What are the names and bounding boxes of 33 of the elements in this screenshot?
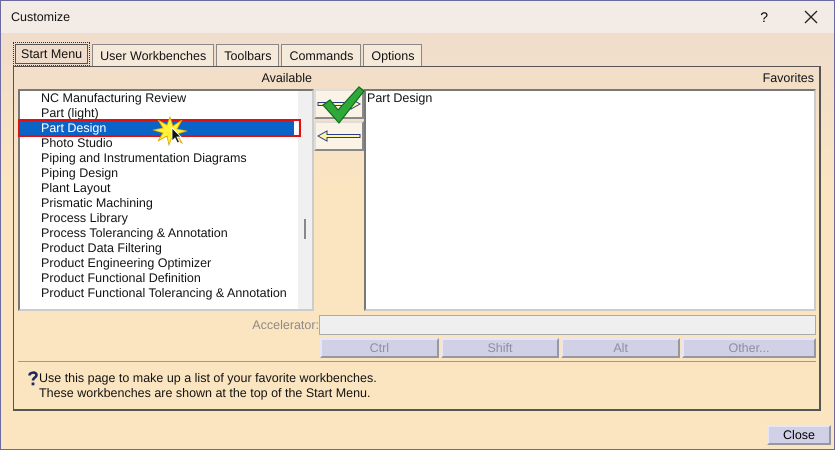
- list-item[interactable]: NC Manufacturing Review: [20, 91, 298, 106]
- list-item[interactable]: Product Data Filtering: [20, 241, 298, 256]
- list-item[interactable]: Product Functional Definition: [20, 271, 298, 286]
- favorites-heading: Favorites: [762, 70, 815, 87]
- help-text: Use this page to make up a list of your favorite workbenches. These workbenches are shown at the top of the Start Menu.: [39, 371, 377, 401]
- close-icon[interactable]: [804, 10, 818, 24]
- tab[interactable]: Options: [363, 44, 422, 66]
- tab[interactable]: Commands: [281, 44, 362, 66]
- accelerator-label: Accelerator:: [251, 318, 319, 332]
- list-item[interactable]: Product Engineering Optimizer: [20, 256, 298, 271]
- available-heading: Available: [260, 70, 313, 87]
- list-item[interactable]: Process Tolerancing & Annotation: [20, 226, 298, 241]
- list-item[interactable]: Plant Layout: [20, 181, 298, 196]
- close-button[interactable]: Close: [767, 425, 831, 445]
- list-item[interactable]: Piping and Instrumentation Diagrams: [20, 151, 298, 166]
- list-item[interactable]: Process Library: [20, 211, 298, 226]
- remove-button[interactable]: [314, 121, 364, 151]
- tab[interactable]: Start Menu: [13, 42, 90, 66]
- list-item[interactable]: Photo Studio: [20, 136, 298, 151]
- list-item[interactable]: Prismatic Machining: [20, 196, 298, 211]
- cursor-icon: [171, 127, 182, 144]
- checkmark-icon: [321, 85, 365, 125]
- list-item[interactable]: Part Design: [366, 91, 814, 106]
- list-item[interactable]: Piping Design: [20, 166, 298, 181]
- scrollbar[interactable]: [298, 91, 312, 309]
- tab[interactable]: User Workbenches: [92, 44, 214, 66]
- tab[interactable]: Toolbars: [216, 44, 280, 66]
- window-title: Customize: [11, 10, 72, 24]
- list-item[interactable]: Part (light): [20, 106, 298, 121]
- help-button[interactable]: ?: [756, 9, 772, 25]
- left-arrow-icon: [317, 130, 361, 142]
- list-item[interactable]: Product Functional Tolerancing & Annotation: [20, 286, 298, 301]
- help-icon: [28, 371, 38, 386]
